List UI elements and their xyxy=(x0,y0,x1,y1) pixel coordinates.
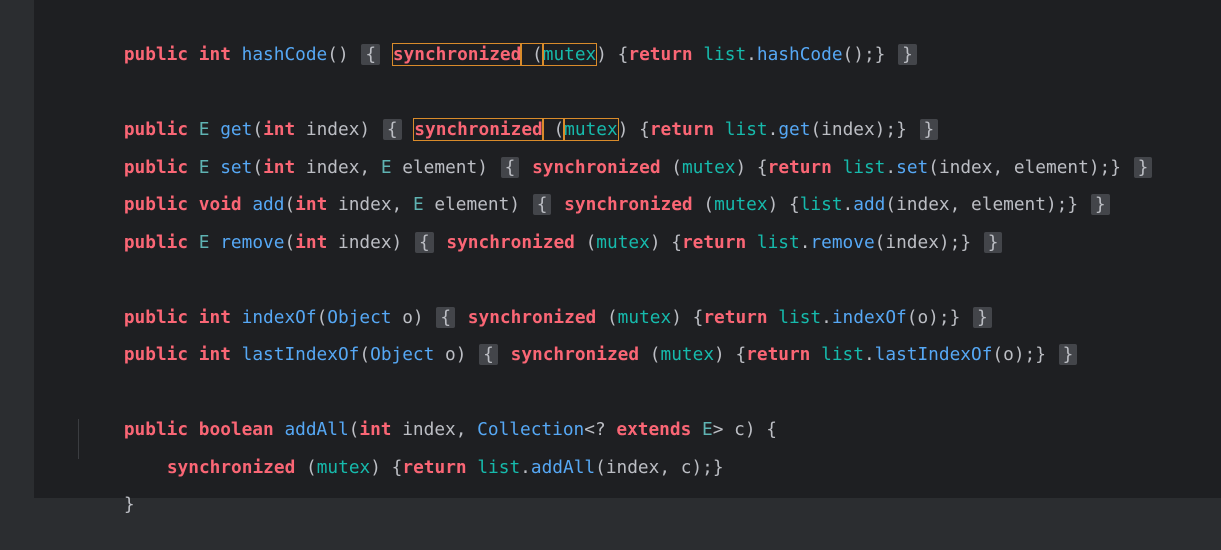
indent-guide xyxy=(78,419,79,459)
brace-open-highlight: { xyxy=(361,44,380,65)
method-call: addAll xyxy=(531,457,595,478)
space xyxy=(188,44,199,65)
keyword-public: public xyxy=(124,44,188,65)
punct: . xyxy=(746,44,757,65)
code-line-indexof[interactable]: public int indexOf(Object o) { synchroni… xyxy=(81,273,994,303)
mutex-field: mutex xyxy=(543,44,597,65)
brace-open-highlight: { xyxy=(415,232,434,253)
code-line-get[interactable]: public E get(int index) { synchronized (… xyxy=(81,85,940,115)
method-call: lastIndexOf xyxy=(875,344,993,365)
type-param: E xyxy=(199,232,210,253)
synchronized-keyword-boxed: synchronized xyxy=(393,44,521,65)
punct: ();} xyxy=(843,44,886,65)
punct: ( xyxy=(575,232,596,253)
punct: ( xyxy=(639,344,660,365)
keyword-int: int xyxy=(295,232,327,253)
space xyxy=(500,344,511,365)
punct: . xyxy=(800,232,811,253)
keyword-return: return xyxy=(682,232,746,253)
param: index) xyxy=(327,232,413,253)
punct: ) { xyxy=(596,44,628,65)
space xyxy=(436,232,447,253)
code-line-lastindexof[interactable]: public int lastIndexOf(Object o) { synch… xyxy=(81,310,1079,340)
mutex-field: mutex xyxy=(596,232,650,253)
space xyxy=(810,344,821,365)
punct: ( xyxy=(295,457,316,478)
punct: () xyxy=(327,44,359,65)
space xyxy=(467,457,478,478)
brace-close-highlight: } xyxy=(1091,194,1110,215)
list-field: list xyxy=(757,232,800,253)
brace-close-highlight: } xyxy=(984,232,1003,253)
punct: (index);} xyxy=(875,232,971,253)
space xyxy=(971,232,982,253)
keyword-return: return xyxy=(402,457,466,478)
code-line-close[interactable]: } xyxy=(81,460,135,490)
code-line-remove[interactable]: public E remove(int index) { synchronize… xyxy=(81,198,1004,228)
brace-open-highlight: { xyxy=(479,344,498,365)
synchronized-keyword: synchronized xyxy=(167,457,295,478)
brace-close-highlight: } xyxy=(898,44,917,65)
type-object: Object xyxy=(370,344,434,365)
mutex-field: mutex xyxy=(317,457,371,478)
closing-brace: } xyxy=(124,494,135,515)
code-line-set[interactable]: public E set(int index, E element) { syn… xyxy=(81,123,1154,153)
space xyxy=(188,344,199,365)
punct: . xyxy=(864,344,875,365)
space xyxy=(382,44,393,65)
keyword-public: public xyxy=(124,232,188,253)
code-line-addall-body[interactable]: synchronized (mutex) {return list.addAll… xyxy=(124,423,724,453)
space xyxy=(1121,157,1132,178)
list-field: list xyxy=(703,44,746,65)
synchronized-keyword: synchronized xyxy=(511,344,639,365)
punct: ( xyxy=(284,232,295,253)
punct: (o);} xyxy=(992,344,1046,365)
method-name: remove xyxy=(220,232,284,253)
code-line-addall[interactable]: public boolean addAll(int index, Collect… xyxy=(81,385,777,415)
space xyxy=(188,232,199,253)
method-call: hashCode xyxy=(757,44,843,65)
keyword-int: int xyxy=(199,44,231,65)
brace-close-highlight: } xyxy=(1134,157,1153,178)
punct: ) { xyxy=(650,232,682,253)
code-line-add[interactable]: public void add(int index, E element) { … xyxy=(81,160,1112,190)
keyword-int: int xyxy=(199,344,231,365)
space xyxy=(231,344,242,365)
space xyxy=(693,44,704,65)
list-field: list xyxy=(477,457,520,478)
keyword-public: public xyxy=(124,344,188,365)
punct: ) { xyxy=(370,457,402,478)
punct: ( xyxy=(359,344,370,365)
editor-gutter xyxy=(0,0,34,498)
space xyxy=(231,44,242,65)
code-area[interactable]: public int hashCode() { synchronized (mu… xyxy=(81,0,1221,498)
param: o) xyxy=(434,344,477,365)
brace-close-highlight: } xyxy=(1059,344,1078,365)
punct: (index, c);} xyxy=(595,457,723,478)
keyword-return: return xyxy=(628,44,692,65)
list-field: list xyxy=(821,344,864,365)
punct: ) { xyxy=(714,344,746,365)
space xyxy=(1078,194,1089,215)
code-line-hashcode[interactable]: public int hashCode() { synchronized (mu… xyxy=(81,10,919,40)
keyword-return: return xyxy=(746,344,810,365)
method-name: hashCode xyxy=(242,44,328,65)
space xyxy=(210,232,221,253)
mutex-field: mutex xyxy=(661,344,715,365)
space xyxy=(746,232,757,253)
space xyxy=(1046,344,1057,365)
punct: ( xyxy=(521,44,542,65)
space xyxy=(885,44,896,65)
synchronized-keyword: synchronized xyxy=(446,232,574,253)
punct: . xyxy=(520,457,531,478)
method-name: lastIndexOf xyxy=(242,344,360,365)
method-call: remove xyxy=(810,232,874,253)
